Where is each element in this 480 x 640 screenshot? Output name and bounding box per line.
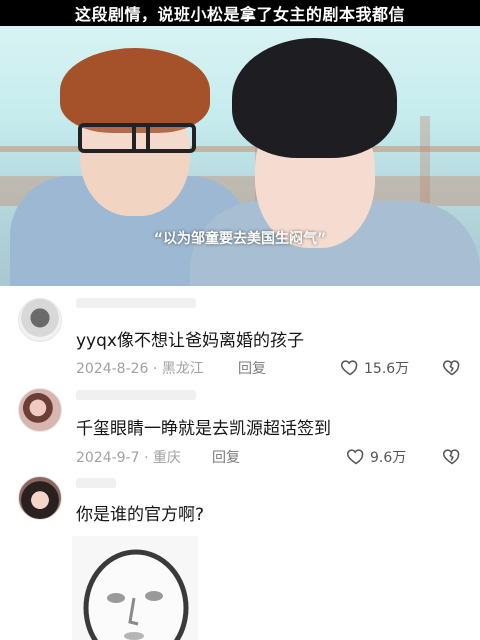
avatar[interactable] [18, 476, 62, 520]
video-subtitle: “以为邹童要去美国生闷气” [153, 231, 327, 247]
video-player[interactable]: “以为邹童要去美国生闷气” [0, 26, 480, 286]
meme-sticker-image[interactable] [72, 536, 198, 640]
avatar[interactable] [18, 298, 62, 342]
meme-face-sketch [83, 549, 189, 640]
video-title-banner: 这段剧情，说班小松是拿了女主的剧本我都信 [0, 0, 480, 26]
left-character-hair [60, 48, 210, 133]
comment-text: 千玺眼睛一睁就是去凯源超话签到 [76, 419, 331, 439]
username-placeholder [76, 390, 196, 400]
username-placeholder [76, 298, 196, 308]
reply-button[interactable]: 回复 [212, 447, 240, 467]
left-character-glasses [78, 123, 196, 153]
avatar[interactable] [18, 388, 62, 432]
comment-item: 千玺眼睛一睁就是去凯源超话签到 2024-9-7 · 重庆 回复 9.6万 [0, 386, 480, 476]
video-title: 这段剧情，说班小松是拿了女主的剧本我都信 [74, 5, 405, 24]
right-character-hair [232, 38, 397, 158]
heart-outline-icon[interactable] [346, 446, 366, 466]
like-count: 9.6万 [370, 450, 407, 466]
background-rail [0, 146, 480, 152]
broken-heart-icon[interactable] [442, 446, 462, 466]
like-count: 15.6万 [364, 361, 410, 377]
comment-item: yyqx像不想让爸妈离婚的孩子 2024-8-26 · 黑龙江 回复 15.6万 [0, 286, 480, 386]
comment-date-location: 2024-9-7 · 重庆 [76, 450, 181, 466]
broken-heart-icon[interactable] [442, 357, 462, 377]
reply-button[interactable]: 回复 [238, 358, 266, 378]
comment-date-location: 2024-8-26 · 黑龙江 [76, 361, 204, 377]
heart-outline-icon[interactable] [340, 357, 360, 377]
comment-text: 你是谁的官方啊? [76, 505, 205, 525]
username-placeholder [76, 478, 116, 488]
comment-list: yyqx像不想让爸妈离婚的孩子 2024-8-26 · 黑龙江 回复 15.6万… [0, 286, 480, 640]
comment-text: yyqx像不想让爸妈离婚的孩子 [76, 331, 304, 351]
